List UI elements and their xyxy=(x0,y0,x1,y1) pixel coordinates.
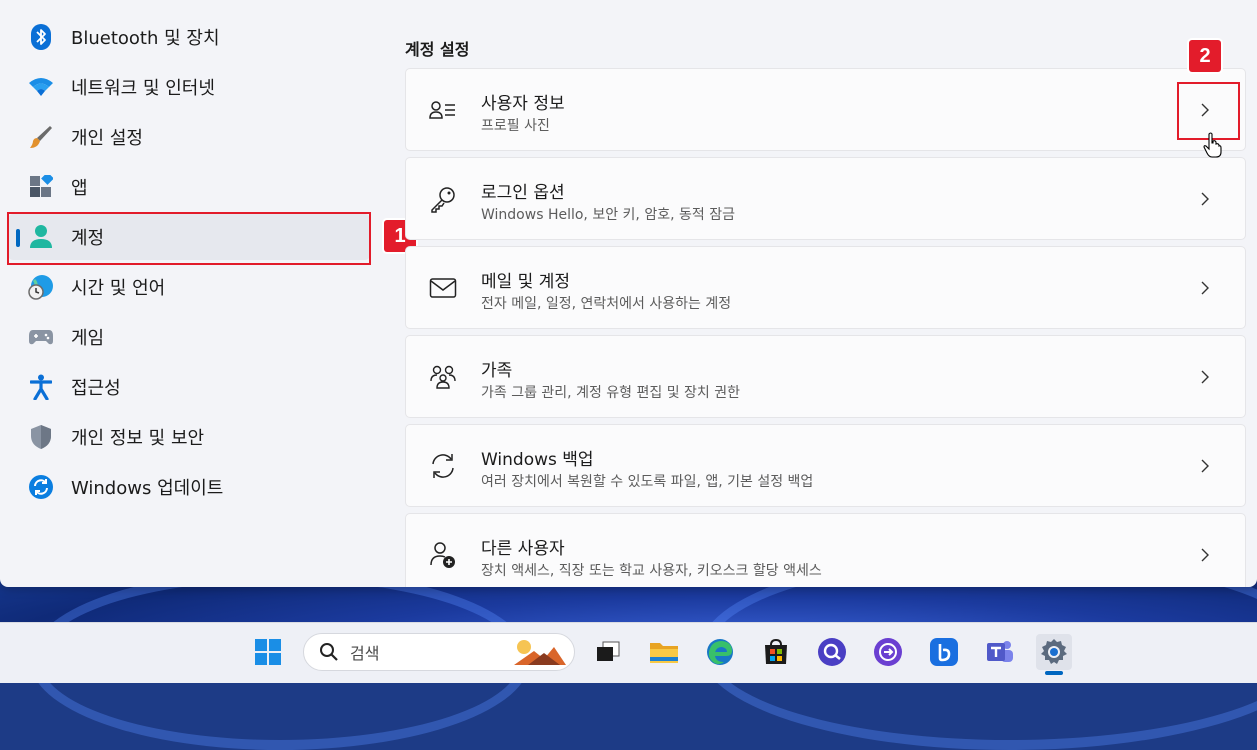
sidebar-item-label: 시간 및 언어 xyxy=(71,278,166,299)
gamepad-icon xyxy=(28,324,54,350)
wifi-icon xyxy=(28,74,54,100)
card-user-info[interactable]: 사용자 정보 프로필 사진 xyxy=(405,68,1246,151)
card-other-users[interactable]: 다른 사용자 장치 액세스, 직장 또는 학교 사용자, 키오스크 할당 액세스 xyxy=(405,513,1246,587)
sidebar-item-windows-update[interactable]: Windows 업데이트 xyxy=(8,464,370,510)
settings-window: Bluetooth 및 장치 네트워크 및 인터넷 개인 설정 앱 계정 시간 … xyxy=(0,0,1257,587)
card-subtitle: 프로필 사진 xyxy=(481,118,550,134)
card-subtitle: 여러 장치에서 복원할 수 있도록 파일, 앱, 기본 설정 백업 xyxy=(481,474,814,490)
card-windows-backup[interactable]: Windows 백업 여러 장치에서 복원할 수 있도록 파일, 앱, 기본 설… xyxy=(405,424,1246,507)
apps-icon xyxy=(28,174,54,200)
sidebar-item-gaming[interactable]: 게임 xyxy=(8,314,370,360)
sidebar-item-bluetooth[interactable]: Bluetooth 및 장치 xyxy=(8,14,370,60)
chevron-right-icon[interactable] xyxy=(1195,189,1215,209)
card-sign-in-options[interactable]: 로그인 옵션 Windows Hello, 보안 키, 암호, 동적 잠금 xyxy=(405,157,1246,240)
section-title: 계정 설정 xyxy=(405,40,470,59)
hand-cursor-icon xyxy=(1203,132,1223,162)
chevron-right-icon[interactable] xyxy=(1195,456,1215,476)
app-search-icon[interactable] xyxy=(814,634,850,670)
chevron-right-icon[interactable] xyxy=(1195,545,1215,565)
app-arrow-icon[interactable] xyxy=(870,634,906,670)
search-icon xyxy=(318,641,340,663)
card-title: 로그인 옵션 xyxy=(481,183,565,203)
search-highlight-art-icon xyxy=(514,637,566,669)
mail-icon xyxy=(428,273,458,303)
taskbar-search-box[interactable]: 검색 xyxy=(303,633,575,671)
add-user-icon xyxy=(428,540,458,570)
sidebar-item-accessibility[interactable]: 접근성 xyxy=(8,364,370,410)
card-subtitle: 장치 액세스, 직장 또는 학교 사용자, 키오스크 할당 액세스 xyxy=(481,563,822,579)
card-title: 가족 xyxy=(481,361,513,381)
card-title: 사용자 정보 xyxy=(481,94,565,114)
sidebar-item-label: 개인 설정 xyxy=(71,128,143,149)
settings-gear-icon[interactable] xyxy=(1036,634,1072,670)
callout-number-2: 2 xyxy=(1189,40,1221,72)
globe-clock-icon xyxy=(28,274,54,300)
chevron-right-icon[interactable] xyxy=(1195,278,1215,298)
file-explorer-icon[interactable] xyxy=(646,634,682,670)
task-view-icon[interactable] xyxy=(590,634,626,670)
search-placeholder: 검색 xyxy=(350,644,380,663)
callout-highlight-accounts xyxy=(7,212,371,265)
card-email-accounts[interactable]: 메일 및 계정 전자 메일, 일정, 연락처에서 사용하는 계정 xyxy=(405,246,1246,329)
user-info-icon xyxy=(428,95,458,125)
card-family[interactable]: 가족 가족 그룹 관리, 계정 유형 편집 및 장치 권한 xyxy=(405,335,1246,418)
card-subtitle: 전자 메일, 일정, 연락처에서 사용하는 계정 xyxy=(481,296,732,312)
sidebar-item-privacy-security[interactable]: 개인 정보 및 보안 xyxy=(8,414,370,460)
card-title: 다른 사용자 xyxy=(481,539,565,559)
sidebar-item-label: Bluetooth 및 장치 xyxy=(71,28,220,49)
card-subtitle: Windows Hello, 보안 키, 암호, 동적 잠금 xyxy=(481,207,735,223)
edge-icon[interactable] xyxy=(702,634,738,670)
sidebar-item-personalization[interactable]: 개인 설정 xyxy=(8,114,370,160)
card-subtitle: 가족 그룹 관리, 계정 유형 편집 및 장치 권한 xyxy=(481,385,741,401)
sidebar-item-label: 게임 xyxy=(71,328,105,349)
bluetooth-icon xyxy=(28,24,54,50)
bing-icon[interactable] xyxy=(926,634,962,670)
sidebar-item-label: 네트워크 및 인터넷 xyxy=(71,78,215,99)
active-app-indicator xyxy=(1045,671,1063,675)
update-icon xyxy=(28,474,54,500)
chevron-right-icon[interactable] xyxy=(1195,367,1215,387)
teams-icon[interactable] xyxy=(982,634,1018,670)
store-icon[interactable] xyxy=(758,634,794,670)
paintbrush-icon xyxy=(28,124,54,150)
sidebar-item-label: 앱 xyxy=(71,178,88,199)
sidebar-item-apps[interactable]: 앱 xyxy=(8,164,370,210)
sidebar-item-label: Windows 업데이트 xyxy=(71,478,224,499)
sidebar-item-network[interactable]: 네트워크 및 인터넷 xyxy=(8,64,370,110)
accessibility-icon xyxy=(28,374,54,400)
windows-start-icon[interactable] xyxy=(250,634,286,670)
sidebar-item-label: 접근성 xyxy=(71,378,121,399)
shield-icon xyxy=(28,424,54,450)
family-icon xyxy=(428,362,458,392)
sidebar-item-label: 개인 정보 및 보안 xyxy=(71,428,205,449)
key-icon xyxy=(428,184,458,214)
card-title: 메일 및 계정 xyxy=(481,272,571,292)
card-title: Windows 백업 xyxy=(481,450,594,470)
sidebar-item-time-language[interactable]: 시간 및 언어 xyxy=(8,264,370,310)
backup-sync-icon xyxy=(428,451,458,481)
